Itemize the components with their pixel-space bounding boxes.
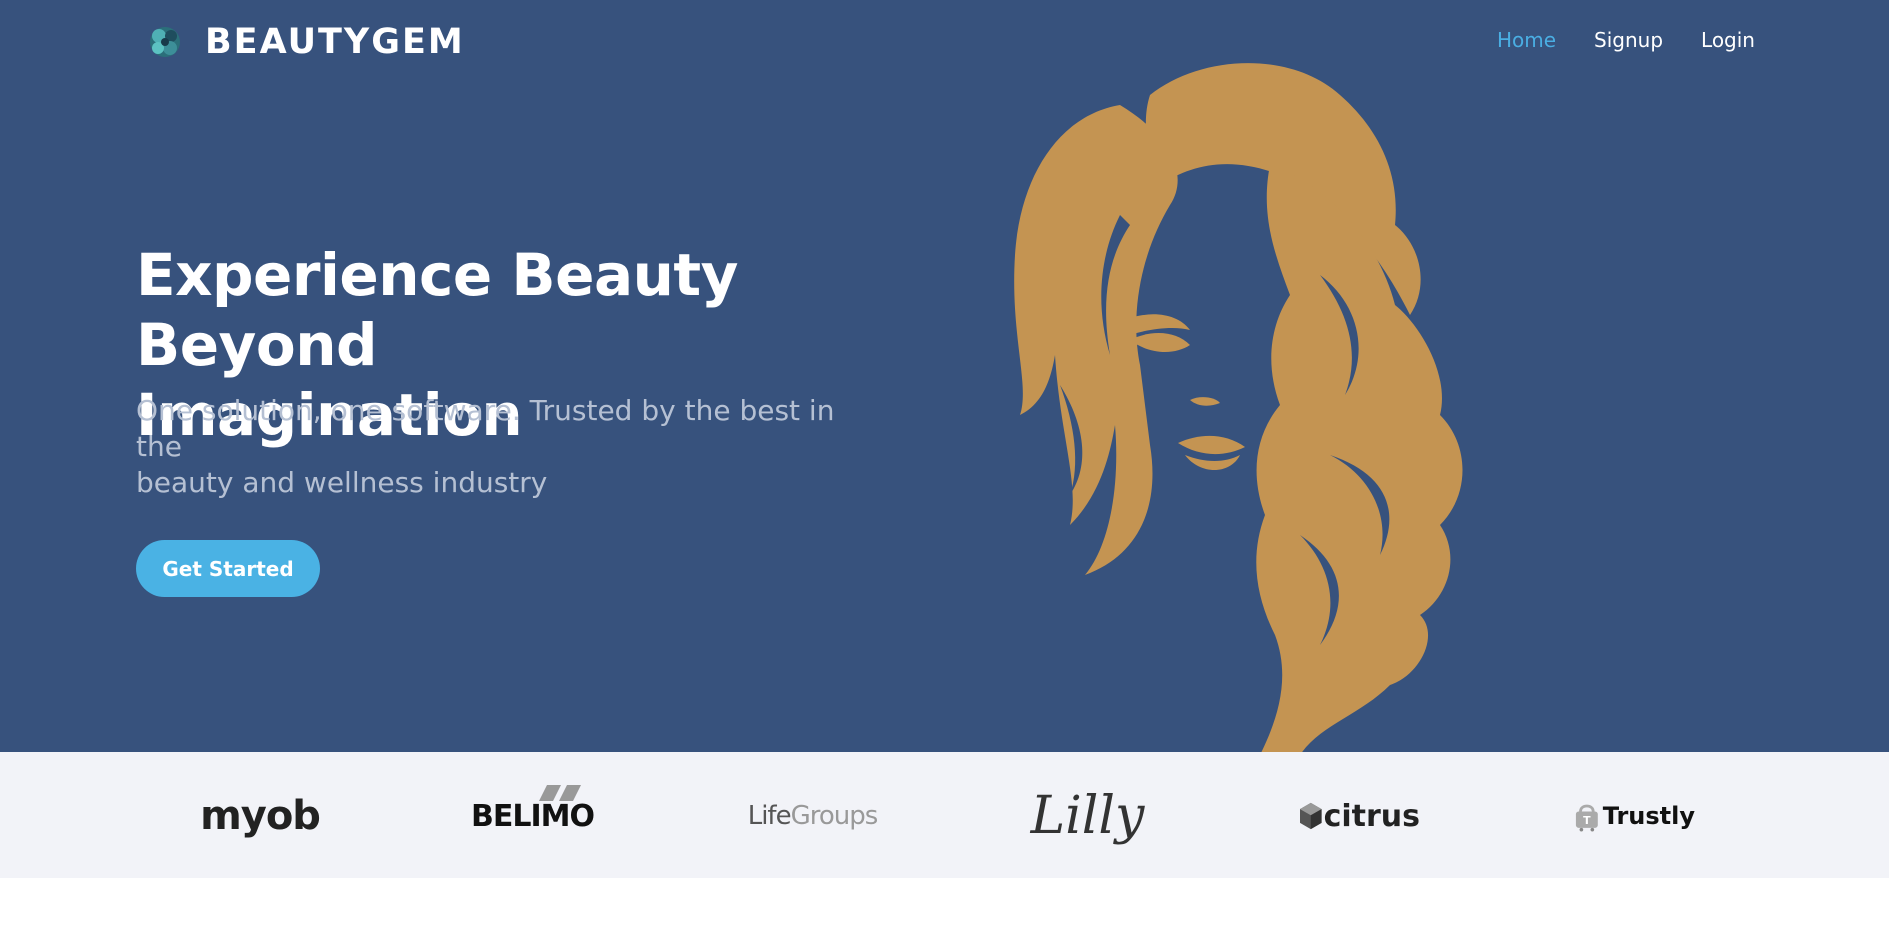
belimo-stripes-icon	[539, 784, 581, 801]
lifegroups-logo-text: LifeGroups	[747, 801, 879, 831]
citrus-logo-text: citrus	[1323, 798, 1420, 834]
brand[interactable]: BEAUTYGEM	[145, 18, 465, 66]
brand-name: BEAUTYGEM	[205, 22, 465, 62]
trustly-bag-icon: T	[1575, 804, 1598, 832]
belimo-logo-text: BELIMO	[471, 798, 595, 834]
trustly-logo-text: Trustly	[1602, 802, 1695, 830]
lifegroups-groups-text: Groups	[790, 801, 879, 831]
lifegroups-life-text: Life	[747, 801, 792, 831]
svg-text:T: T	[1583, 814, 1591, 827]
hero-section: BEAUTYGEM Home Signup Login Experience B…	[0, 0, 1889, 752]
get-started-button[interactable]: Get Started	[136, 540, 320, 597]
citrus-logo: citrus	[1300, 776, 1420, 856]
lilly-logo: Lilly	[1020, 776, 1155, 856]
belimo-mark: BELIMO	[471, 784, 595, 834]
hero-subheading: One solution, one software. Trusted by t…	[136, 393, 876, 501]
nav-signup-link[interactable]: Signup	[1594, 28, 1663, 52]
gem-logo-icon	[150, 27, 180, 57]
belimo-logo: BELIMO	[470, 776, 595, 856]
subhead-line-2: beauty and wellness industry	[136, 466, 548, 499]
myob-logo: myob	[200, 776, 321, 856]
client-logos-strip: myob BELIMO LifeGroups Lilly citrus T Tr…	[0, 752, 1889, 878]
myob-logo-text: myob	[200, 793, 321, 839]
nav-home-link[interactable]: Home	[1497, 28, 1556, 52]
top-nav: Home Signup Login	[1459, 28, 1755, 52]
woman-hair-illustration	[1014, 63, 1463, 752]
citrus-cube-icon	[1300, 802, 1322, 830]
lifegroups-logo: LifeGroups	[747, 776, 879, 856]
lilly-logo-text: Lilly	[1030, 786, 1145, 846]
headline-line-1: Experience Beauty Beyond	[136, 241, 738, 379]
nav-login-link[interactable]: Login	[1701, 28, 1755, 52]
subhead-line-1: One solution, one software. Trusted by t…	[136, 394, 835, 463]
trustly-logo: T Trustly	[1575, 776, 1695, 856]
